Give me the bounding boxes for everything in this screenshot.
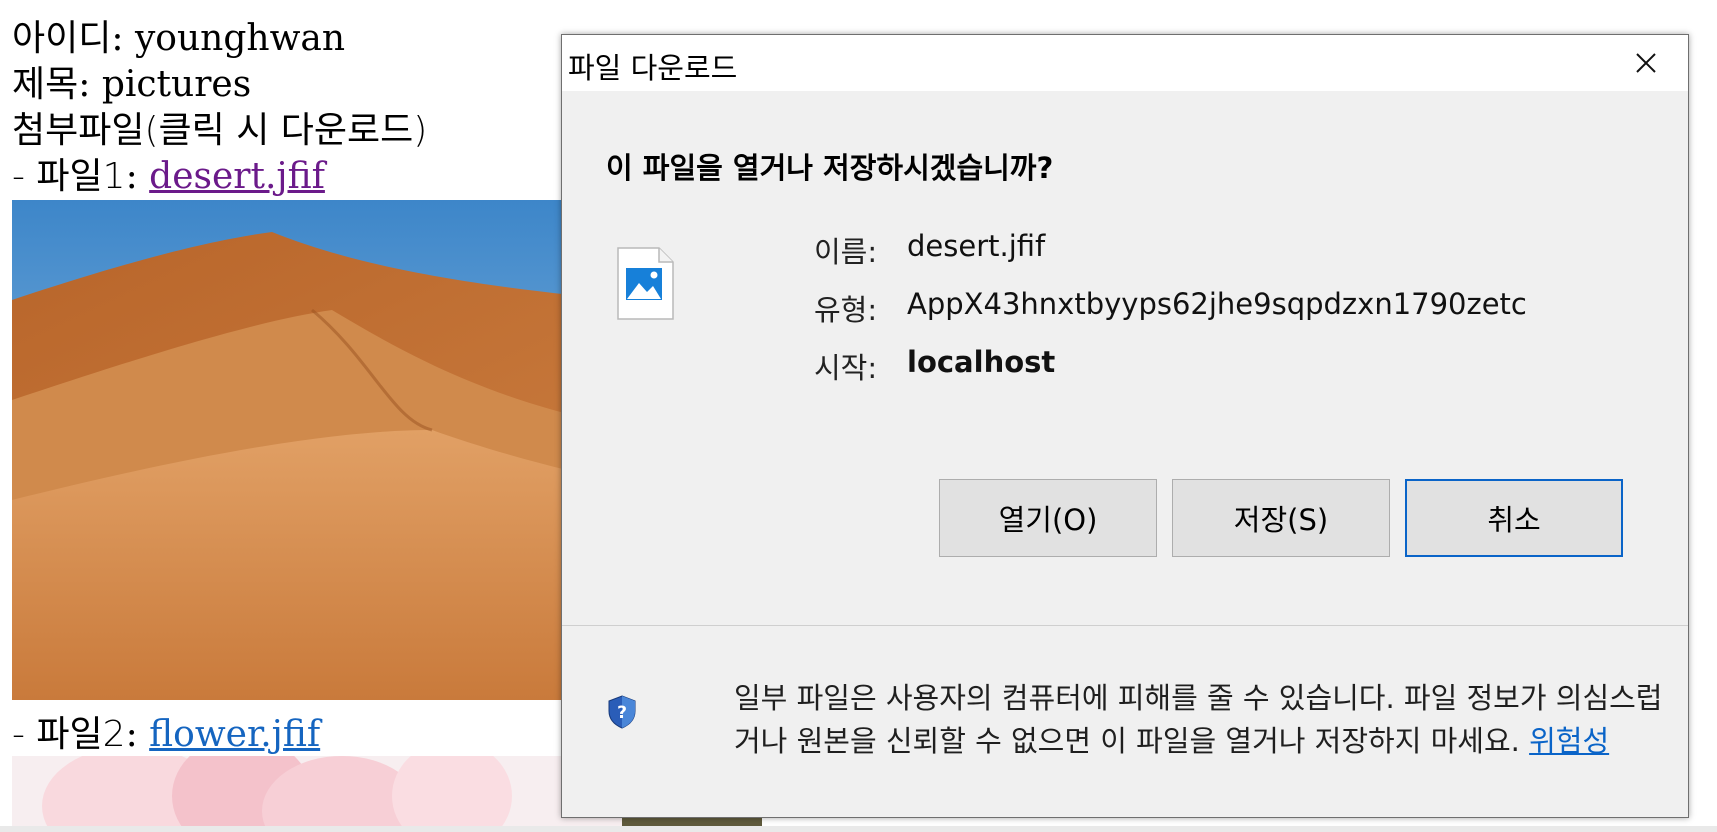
attachments-heading: 첨부파일(클릭 시 다운로드) [12,110,428,151]
close-button[interactable] [1604,35,1688,91]
security-warning: 일부 파일은 사용자의 컴퓨터에 피해를 줄 수 있습니다. 파일 정보가 의심… [734,677,1664,763]
shield-question-icon: ? [608,695,636,729]
title-value: pictures [101,64,252,105]
title-label: 제목 [12,64,79,105]
title-line: 제목: pictures [12,64,252,105]
from-label: 시작: [814,351,878,385]
page-bottom-strip [0,826,1717,832]
from-value: localhost [907,345,1056,379]
name-label: 이름: [814,235,878,269]
type-label: 유형: [814,293,878,327]
dialog-title: 파일 다운로드 [568,51,738,85]
file1-line: - 파일1: desert.jfif [12,156,325,197]
name-value: desert.jfif [907,229,1046,263]
author-label: 아이디 [12,18,112,59]
type-value: AppX43hnxtbyyps62jhe9sqpdzxn1790zetc [907,287,1527,321]
svg-text:?: ? [617,703,627,723]
close-icon [1636,53,1656,73]
open-button[interactable]: 열기(O) [939,479,1157,557]
file2-prefix: - 파일2 [12,714,126,755]
cancel-button[interactable]: 취소 [1405,479,1623,557]
dialog-titlebar[interactable]: 파일 다운로드 [562,35,1688,91]
warning-text: 일부 파일은 사용자의 컴퓨터에 피해를 줄 수 있습니다. 파일 정보가 의심… [734,681,1663,758]
author-line: 아이디: younghwan [12,18,346,59]
save-button[interactable]: 저장(S) [1172,479,1390,557]
file1-prefix: - 파일1 [12,156,126,197]
risk-link[interactable]: 위험성 [1529,724,1609,758]
image-file-icon [617,247,674,320]
file-download-dialog: 파일 다운로드 이 파일을 열거나 저장하시겠습니까? 이름: desert.j… [561,34,1689,818]
dialog-divider [562,625,1688,626]
file2-link[interactable]: flower.jfif [149,714,320,755]
dialog-question: 이 파일을 열거나 저장하시겠습니까? [606,151,1054,185]
file1-link[interactable]: desert.jfif [149,156,325,197]
file2-line: - 파일2: flower.jfif [12,714,321,755]
author-value: younghwan [134,18,346,59]
